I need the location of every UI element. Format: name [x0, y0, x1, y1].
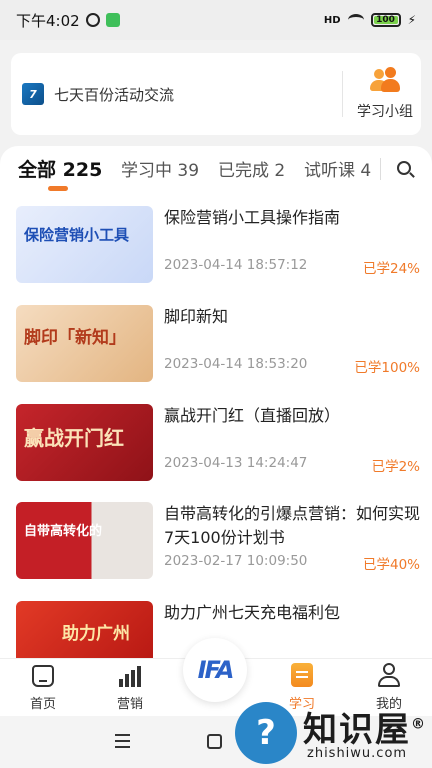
- group-icon: [370, 67, 400, 93]
- home-icon: [32, 665, 54, 687]
- hd-icon: HD: [323, 14, 341, 26]
- tabs-divider: [380, 158, 381, 180]
- org-card: 7 七天百份活动交流 学习小组: [11, 53, 421, 135]
- course-tabs: 全部 225 学习中 39 已完成 2 试听课 4: [0, 146, 432, 194]
- course-title: 助力广州七天充电福利包: [164, 603, 341, 622]
- study-icon: [291, 663, 313, 687]
- org-logo: 7: [22, 83, 44, 105]
- course-item[interactable]: 脚印「新知」 脚印新知 2023-04-14 18:53:20 已学100%: [16, 305, 420, 383]
- course-progress: 已学2%: [371, 459, 420, 475]
- course-thumbnail: 保险营销小工具: [16, 206, 153, 283]
- alarm-icon: [85, 13, 100, 27]
- course-time: 2023-02-17 10:09:50: [164, 553, 308, 569]
- watermark-domain: zhishiwu.com: [307, 746, 408, 761]
- wifi-icon: [347, 14, 364, 26]
- tab-completed[interactable]: 已完成 2: [218, 156, 285, 181]
- course-time: 2023-04-14 18:53:20: [164, 356, 308, 372]
- course-progress: 已学100%: [354, 360, 420, 376]
- battery-level: 100: [373, 16, 398, 25]
- course-time: 2023-04-14 18:57:12: [164, 257, 308, 273]
- status-time: 下午4:02: [16, 11, 80, 30]
- course-thumbnail: 自带高转化的: [16, 502, 153, 579]
- course-title: 自带高转化的引爆点营销：如何实现7天100份计划书: [164, 504, 421, 547]
- course-progress: 已学40%: [362, 557, 420, 573]
- course-title: 保险营销小工具操作指南: [164, 208, 341, 227]
- course-item[interactable]: 赢战开门红 赢战开门红（直播回放） 2023-04-13 14:24:47 已学…: [16, 404, 420, 482]
- nav-marketing[interactable]: 营销: [100, 663, 160, 712]
- watermark: ? 知识屋® zhishiwu.com: [235, 700, 432, 768]
- course-thumbnail: 脚印「新知」: [16, 305, 153, 382]
- tab-trial[interactable]: 试听课 4: [304, 156, 371, 181]
- course-progress: 已学24%: [362, 261, 420, 277]
- study-group-button[interactable]: 学习小组: [353, 65, 417, 125]
- course-panel: 全部 225 学习中 39 已完成 2 试听课 4 保险营销小工具 保险营销小工…: [0, 146, 432, 658]
- course-thumbnail: 赢战开门红: [16, 404, 153, 481]
- watermark-logo-icon: ?: [235, 702, 297, 764]
- watermark-title: 知识屋®: [303, 710, 427, 750]
- menu-icon[interactable]: [115, 734, 130, 748]
- center-fab-button[interactable]: IFA: [183, 638, 247, 702]
- nav-home[interactable]: 首页: [13, 663, 73, 712]
- charging-icon: ⚡: [407, 13, 416, 27]
- course-title: 脚印新知: [164, 307, 229, 326]
- chart-icon: [118, 663, 142, 687]
- search-icon[interactable]: [397, 161, 415, 178]
- battery-icon: 100: [370, 13, 401, 27]
- tab-all[interactable]: 全部 225: [18, 155, 102, 182]
- org-name[interactable]: 七天百份活动交流: [54, 84, 174, 105]
- course-item[interactable]: 保险营销小工具 保险营销小工具操作指南 2023-04-14 18:57:12 …: [16, 206, 420, 284]
- app-notification-icon: [105, 13, 120, 27]
- tab-indicator: [48, 186, 68, 191]
- me-icon: [377, 663, 401, 687]
- study-group-label: 学习小组: [357, 104, 413, 120]
- course-time: 2023-04-13 14:24:47: [164, 455, 308, 471]
- course-item[interactable]: 自带高转化的 自带高转化的引爆点营销：如何实现7天100份计划书 2023-02…: [16, 502, 420, 580]
- home-square-icon[interactable]: [207, 734, 222, 749]
- tab-in-progress[interactable]: 学习中 39: [121, 156, 199, 181]
- org-divider: [342, 71, 343, 117]
- status-bar: 下午4:02 HD 100 ⚡: [0, 0, 432, 40]
- course-title: 赢战开门红（直播回放）: [164, 406, 341, 425]
- course-thumbnail: 助力广州: [16, 601, 153, 658]
